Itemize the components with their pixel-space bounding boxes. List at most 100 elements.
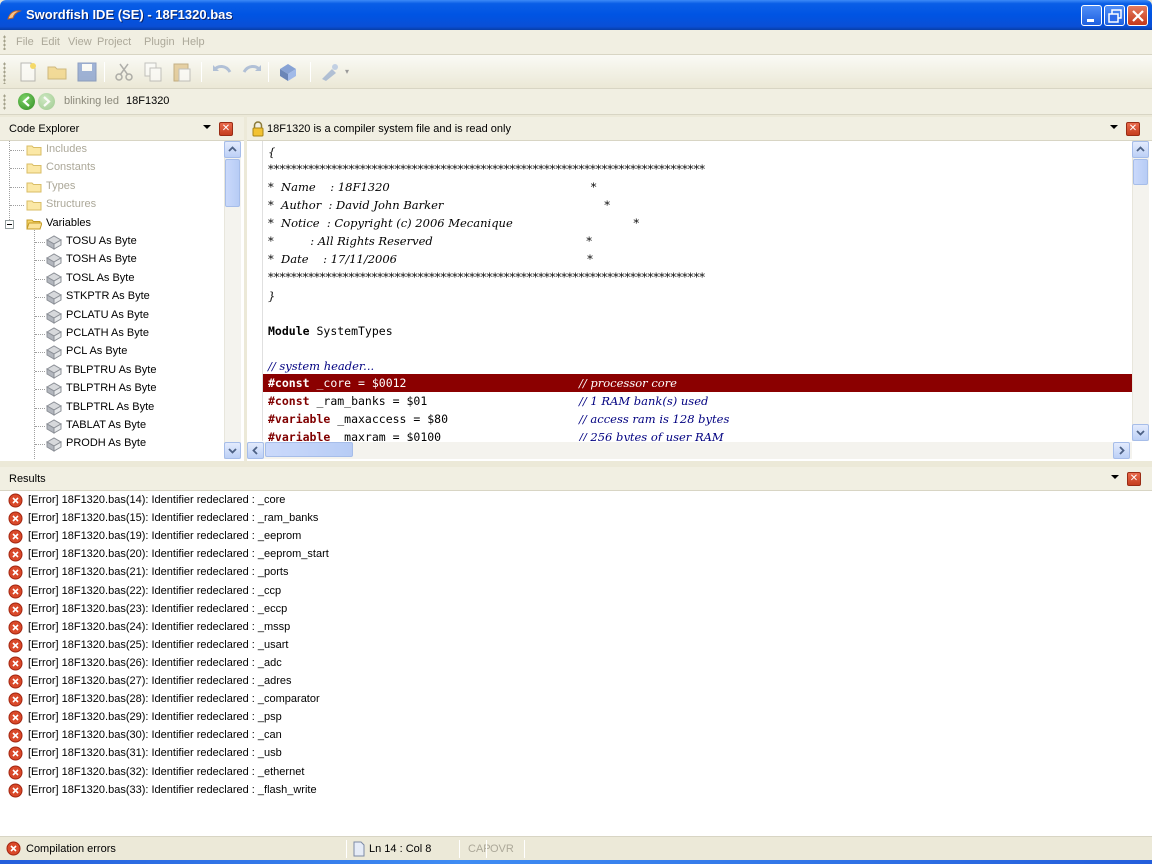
result-row[interactable]: [Error] 18F1320.bas(29): Identifier rede… [8, 709, 1138, 727]
compile-icon[interactable] [276, 61, 300, 83]
tree-variable-item[interactable]: TOSL As Byte [0, 270, 222, 288]
tree-variable-item[interactable]: TOSU As Byte [0, 233, 222, 251]
tree-variable-item[interactable]: TOSH As Byte [0, 251, 222, 269]
menu-help[interactable]: Help [182, 36, 205, 48]
breadcrumb-file[interactable]: 18F1320 [126, 95, 169, 107]
result-row[interactable]: [Error] 18F1320.bas(14): Identifier rede… [8, 492, 1138, 510]
title-bar[interactable]: Swordfish IDE (SE) - 18F1320.bas [0, 0, 1152, 30]
menu-plugin[interactable]: Plugin [144, 36, 175, 48]
document-icon [353, 841, 365, 857]
tree-variable-item[interactable]: TBLPTRU As Byte [0, 362, 222, 380]
menu-grip[interactable] [3, 35, 6, 50]
panel-dropdown-icon[interactable] [1111, 475, 1119, 479]
copy-icon[interactable] [141, 61, 165, 83]
result-row[interactable]: [Error] 18F1320.bas(27): Identifier rede… [8, 673, 1138, 691]
forward-button[interactable] [38, 93, 55, 110]
scroll-down-button[interactable] [224, 442, 241, 459]
status-message: Compilation errors [6, 841, 336, 857]
tree-folder-includes[interactable]: Includes [0, 141, 222, 159]
editor-panel: 18F1320 is a compiler system file and is… [247, 117, 1152, 461]
editor-horizontal-scrollbar[interactable] [247, 442, 1132, 459]
tree-folder-types[interactable]: Types [0, 178, 222, 196]
result-row[interactable]: [Error] 18F1320.bas(15): Identifier rede… [8, 510, 1138, 528]
tree-variable-item[interactable]: TBLPTRL As Byte [0, 399, 222, 417]
close-panel-icon[interactable]: ✕ [1127, 472, 1141, 486]
panel-dropdown-icon[interactable] [1110, 125, 1118, 129]
chevron-down-icon [1136, 430, 1145, 436]
error-icon [8, 493, 23, 508]
tree-variable-item[interactable]: TABLAT As Byte [0, 417, 222, 435]
close-panel-icon[interactable]: ✕ [1126, 122, 1140, 136]
menu-bar: File Edit View Project Plugin Help [0, 30, 1152, 55]
scroll-thumb[interactable] [225, 159, 240, 207]
code-comment: // 256 bytes of user RAM [579, 430, 724, 441]
result-row[interactable]: [Error] 18F1320.bas(33): Identifier rede… [8, 782, 1138, 800]
tree-variable-item[interactable]: TBLPTRH As Byte [0, 380, 222, 398]
result-row[interactable]: [Error] 18F1320.bas(21): Identifier rede… [8, 564, 1138, 582]
result-row[interactable]: [Error] 18F1320.bas(28): Identifier rede… [8, 691, 1138, 709]
scroll-thumb[interactable] [265, 442, 353, 457]
result-row[interactable]: [Error] 18F1320.bas(31): Identifier rede… [8, 745, 1138, 763]
result-row[interactable]: [Error] 18F1320.bas(22): Identifier rede… [8, 583, 1138, 601]
editor-vertical-scrollbar[interactable] [1132, 141, 1149, 441]
result-row[interactable]: [Error] 18F1320.bas(19): Identifier rede… [8, 528, 1138, 546]
result-row[interactable]: [Error] 18F1320.bas(32): Identifier rede… [8, 764, 1138, 782]
scroll-up-button[interactable] [224, 141, 241, 158]
code-explorer-scrollbar[interactable] [224, 141, 241, 459]
redo-icon[interactable] [240, 61, 264, 83]
tree-guide-line [35, 370, 45, 372]
collapse-box-icon[interactable] [5, 219, 14, 229]
restore-button[interactable] [1104, 5, 1125, 26]
tree-folder-structures[interactable]: Structures [0, 196, 222, 214]
tree-variable-item[interactable]: STKPTR As Byte [0, 288, 222, 306]
breadcrumb-project[interactable]: blinking led [64, 95, 119, 107]
panel-dropdown-icon[interactable] [203, 125, 211, 129]
paste-icon[interactable] [170, 61, 194, 83]
tree-variable-item[interactable]: PCL As Byte [0, 343, 222, 361]
close-button[interactable] [1127, 5, 1148, 26]
tree-guide-line [10, 205, 24, 207]
tree-variable-label: TABLAT As Byte [66, 419, 147, 431]
result-row[interactable]: [Error] 18F1320.bas(23): Identifier rede… [8, 601, 1138, 619]
tree-variable-item[interactable]: PCLATU As Byte [0, 307, 222, 325]
save-icon[interactable] [75, 61, 99, 83]
menu-project[interactable]: Project [97, 36, 131, 48]
toolbar-grip[interactable] [3, 62, 6, 84]
close-panel-icon[interactable]: ✕ [219, 122, 233, 136]
menu-file[interactable]: File [16, 36, 34, 48]
tree-variable-item[interactable]: PCLATH As Byte [0, 325, 222, 343]
scroll-down-button[interactable] [1132, 424, 1149, 441]
minimize-icon [1087, 19, 1094, 22]
toolbar-separator [201, 62, 202, 82]
tree-variable-label: TBLPTRH As Byte [66, 382, 157, 395]
program-icon[interactable] [318, 61, 342, 83]
result-row[interactable]: [Error] 18F1320.bas(25): Identifier rede… [8, 637, 1138, 655]
error-icon [8, 511, 23, 526]
new-file-icon[interactable] [16, 61, 40, 83]
scroll-right-button[interactable] [1113, 442, 1130, 459]
back-button[interactable] [18, 93, 35, 110]
menu-edit[interactable]: Edit [41, 36, 60, 48]
cut-icon[interactable] [112, 61, 136, 83]
status-separator [346, 840, 347, 858]
result-row[interactable]: [Error] 18F1320.bas(26): Identifier rede… [8, 655, 1138, 673]
scroll-up-button[interactable] [1132, 141, 1149, 158]
menu-view[interactable]: View [68, 36, 92, 48]
close-icon [1132, 10, 1144, 22]
tree-folder-constants[interactable]: Constants [0, 159, 222, 177]
result-row[interactable]: [Error] 18F1320.bas(24): Identifier rede… [8, 619, 1138, 637]
tree-folder-label: Variables [46, 216, 92, 229]
scroll-thumb[interactable] [1133, 159, 1148, 185]
open-folder-icon[interactable] [46, 61, 70, 83]
undo-icon[interactable] [210, 61, 234, 83]
tree-variable-item[interactable]: PRODH As Byte [0, 435, 222, 453]
program-dropdown-arrow-icon[interactable]: ▾ [345, 67, 349, 76]
keyword: Module [268, 324, 310, 338]
scroll-left-button[interactable] [247, 442, 264, 459]
result-row[interactable]: [Error] 18F1320.bas(20): Identifier rede… [8, 546, 1138, 564]
navbar-grip[interactable] [3, 94, 6, 110]
minimize-button[interactable] [1081, 5, 1102, 26]
code-text: _maxaccess = $80 [330, 412, 449, 426]
result-row[interactable]: [Error] 18F1320.bas(30): Identifier rede… [8, 727, 1138, 745]
code-editor[interactable]: { **************************************… [263, 143, 1135, 441]
